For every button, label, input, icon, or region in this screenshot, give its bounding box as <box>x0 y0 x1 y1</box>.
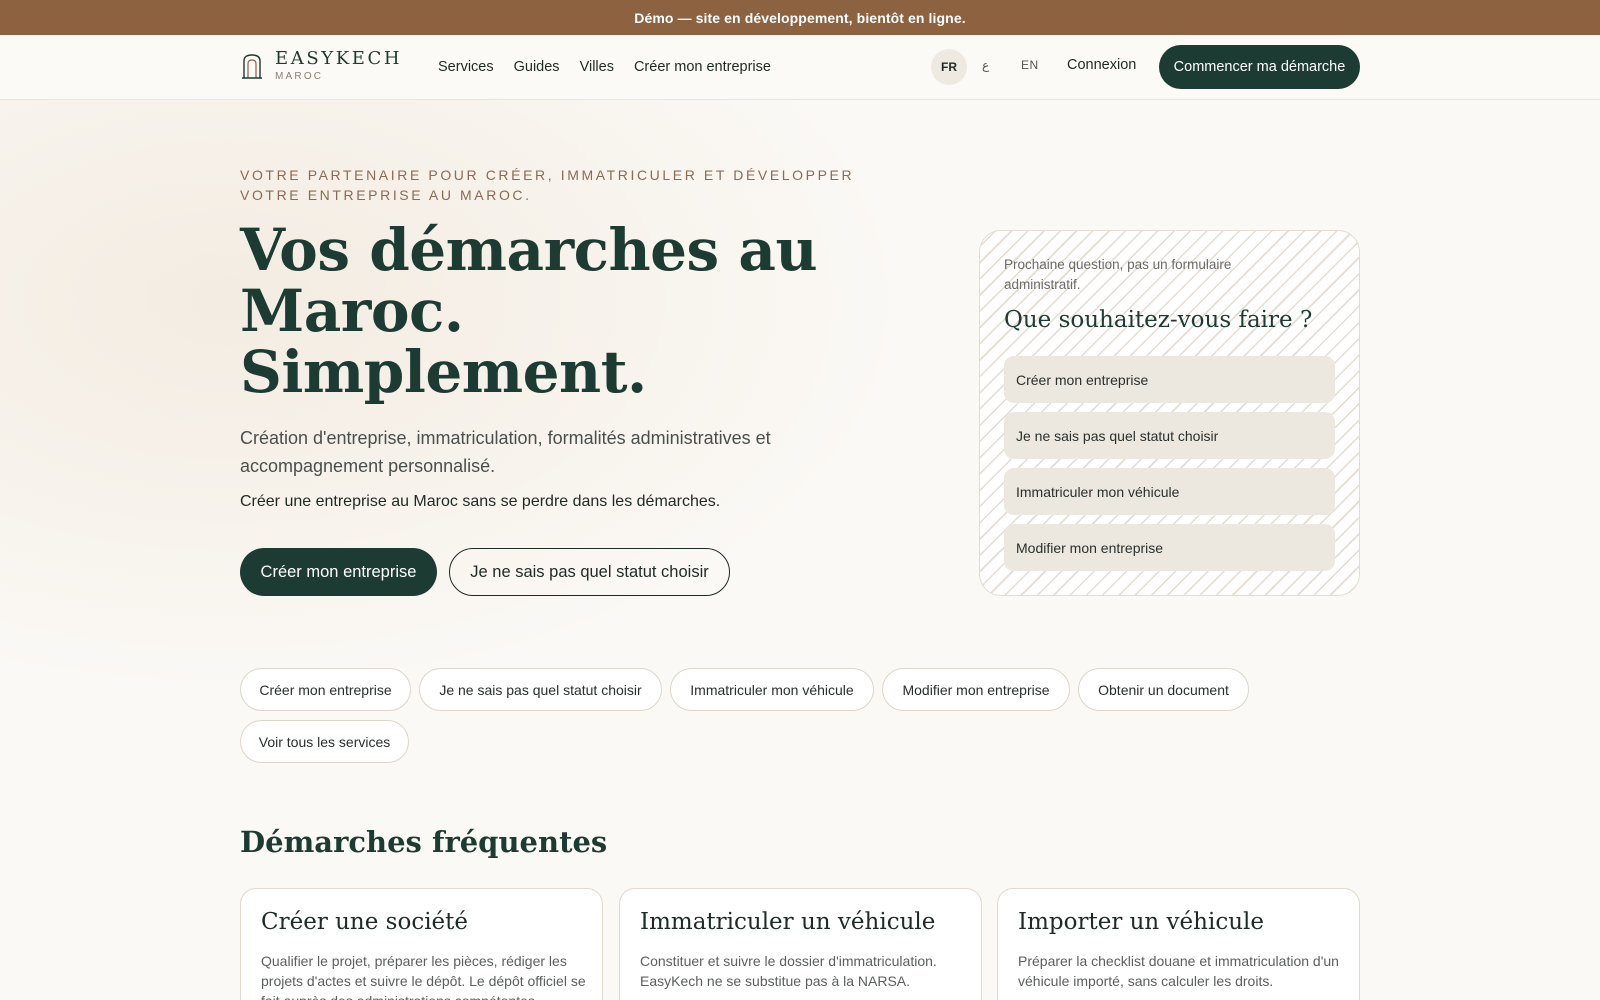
brand-name: EASYKECH <box>275 48 403 69</box>
create-company-button[interactable]: Créer mon entreprise <box>240 548 437 596</box>
hero-title: Vos démarches au Maroc. Simplement. <box>240 220 880 403</box>
arch-door-icon <box>242 54 262 79</box>
nav-link-villes[interactable]: Villes <box>580 59 614 75</box>
frequent-section-title: Démarches fréquentes <box>240 825 608 859</box>
question-option-choose-status[interactable]: Je ne sais pas quel statut choisir <box>1004 412 1335 459</box>
brand-logo[interactable]: EASYKECH MAROC <box>241 49 402 83</box>
chip-get-document[interactable]: Obtenir un document <box>1078 668 1249 711</box>
nav-links: Services Guides Villes Créer mon entrepr… <box>438 35 771 99</box>
service-card-register-vehicle[interactable]: Immatriculer un véhicule Constituer et s… <box>619 888 982 1000</box>
nav-link-guides[interactable]: Guides <box>514 59 560 75</box>
question-option-register-vehicle[interactable]: Immatriculer mon véhicule <box>1004 468 1335 515</box>
chip-all-services[interactable]: Voir tous les services <box>240 720 409 763</box>
service-card-title: Créer une société <box>261 909 469 935</box>
service-card-title: Immatriculer un véhicule <box>640 909 936 935</box>
login-link[interactable]: Connexion <box>1067 57 1136 73</box>
choose-status-button[interactable]: Je ne sais pas quel statut choisir <box>449 548 730 596</box>
chip-register-vehicle[interactable]: Immatriculer mon véhicule <box>670 668 874 711</box>
chip-modify-company[interactable]: Modifier mon entreprise <box>882 668 1070 711</box>
question-card-lead: Prochaine question, pas un formulaire ad… <box>1004 257 1232 292</box>
service-card-title: Importer un véhicule <box>1018 909 1264 935</box>
service-card-desc: Constituer et suivre le dossier d'immatr… <box>640 953 937 989</box>
lang-en-button[interactable]: EN <box>1021 58 1039 72</box>
lang-fr-button[interactable]: FR <box>931 49 967 85</box>
hero-title-line: Vos démarches au <box>240 216 818 284</box>
question-card: Prochaine question, pas un formulaire ad… <box>979 230 1360 596</box>
main-nav: EASYKECH MAROC Services Guides Villes Cr… <box>0 35 1600 100</box>
demo-banner-text: Démo — site en développement, bientôt en… <box>634 9 966 26</box>
hero-title-line: Simplement. <box>240 338 647 406</box>
lang-ar-button[interactable]: ع <box>982 58 989 72</box>
hero-title-line: Maroc. <box>240 277 464 345</box>
nav-link-services[interactable]: Services <box>438 59 494 75</box>
demo-banner: Démo — site en développement, bientôt en… <box>0 0 1600 35</box>
service-card-desc: Qualifier le projet, préparer les pièces… <box>261 953 586 1000</box>
brand-sub: MAROC <box>275 71 324 82</box>
nav-link-creer-entreprise[interactable]: Créer mon entreprise <box>634 59 771 75</box>
service-card-create-company[interactable]: Créer une société Qualifier le projet, p… <box>240 888 603 1000</box>
question-option-modify-company[interactable]: Modifier mon entreprise <box>1004 524 1335 571</box>
hero-note: Créer une entreprise au Maroc sans se pe… <box>240 493 721 510</box>
hero-subtitle: Création d'entreprise, immatriculation, … <box>240 428 771 476</box>
start-process-button[interactable]: Commencer ma démarche <box>1159 45 1360 89</box>
chip-create-company[interactable]: Créer mon entreprise <box>240 668 411 711</box>
hero-eyebrow: VOTRE PARTENAIRE POUR CRÉER, IMMATRICULE… <box>240 167 855 203</box>
question-option-create-company[interactable]: Créer mon entreprise <box>1004 356 1335 403</box>
service-card-import-vehicle[interactable]: Importer un véhicule Préparer la checkli… <box>997 888 1360 1000</box>
service-card-desc: Préparer la checklist douane et immatric… <box>1018 953 1339 989</box>
chip-choose-status[interactable]: Je ne sais pas quel statut choisir <box>419 668 662 711</box>
question-card-title: Que souhaitez-vous faire ? <box>1004 307 1313 333</box>
